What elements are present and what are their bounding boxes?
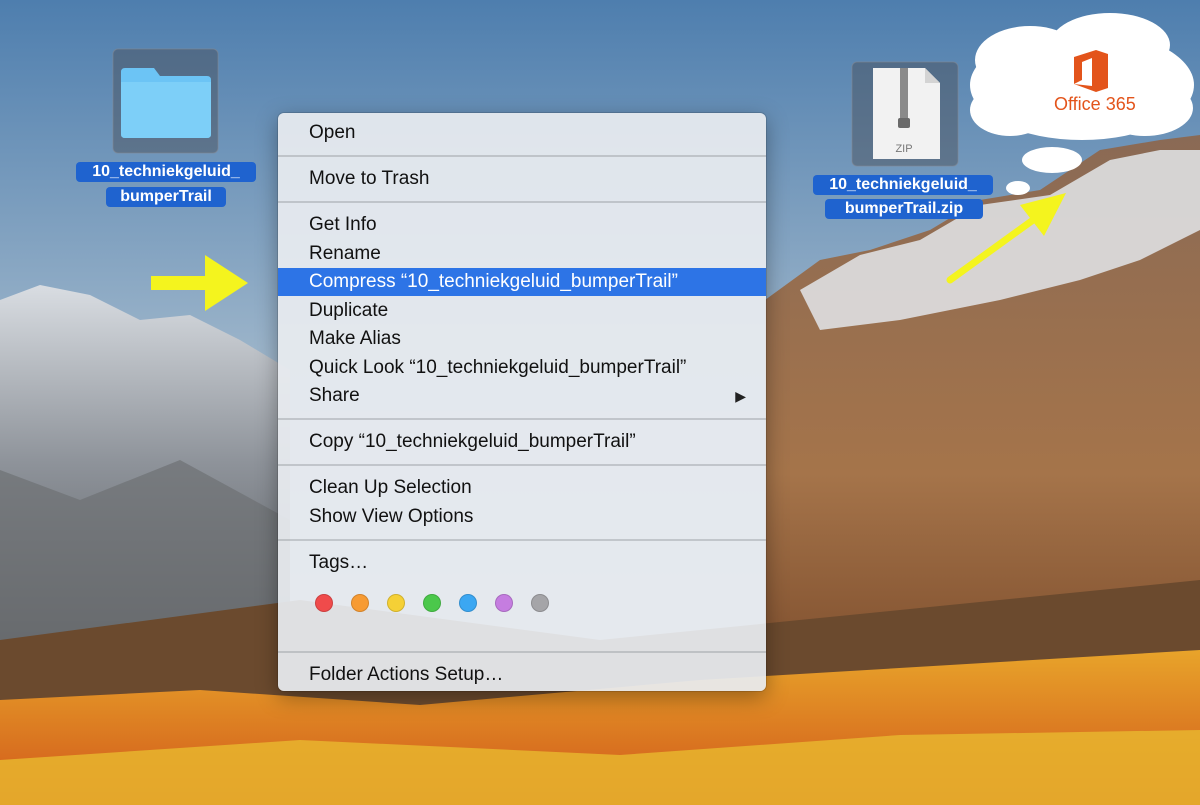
menu-separator [278, 201, 766, 203]
menu-item-show-view-options[interactable]: Show View Options [278, 503, 766, 531]
tag-blue[interactable] [459, 594, 477, 612]
folder-label-line2-box[interactable]: bumperTrail [106, 187, 226, 207]
context-menu: Open Move to Trash Get Info Rename Compr… [278, 113, 766, 691]
menu-item-label: Folder Actions Setup… [309, 664, 504, 685]
desktop: ZIP Office 365 10_techniekgeluid_ bumper… [0, 0, 1200, 805]
folder-label-line1: 10_techniekgeluid_ [92, 163, 240, 180]
menu-item-label: Rename [309, 243, 381, 264]
menu-item-rename[interactable]: Rename [278, 240, 766, 268]
tag-orange[interactable] [351, 594, 369, 612]
menu-item-label: Share [309, 385, 360, 406]
menu-item-make-alias[interactable]: Make Alias [278, 325, 766, 353]
menu-separator [278, 539, 766, 541]
folder-label[interactable]: 10_techniekgeluid_ [76, 162, 256, 182]
menu-item-copy[interactable]: Copy “10_techniekgeluid_bumperTrail” [278, 428, 766, 456]
menu-separator [278, 155, 766, 157]
menu-item-open[interactable]: Open [278, 119, 766, 147]
zip-label-line2-box[interactable]: bumperTrail.zip [825, 199, 983, 219]
submenu-arrow-icon: ▶ [735, 388, 746, 404]
tag-red[interactable] [315, 594, 333, 612]
menu-item-tags[interactable]: Tags… [278, 549, 766, 577]
menu-separator [278, 418, 766, 420]
menu-item-label: Show View Options [309, 506, 474, 527]
menu-item-label: Make Alias [309, 328, 401, 349]
zip-label[interactable]: 10_techniekgeluid_ [813, 175, 993, 195]
zip-label-line1: 10_techniekgeluid_ [829, 176, 977, 193]
menu-item-label: Compress “10_techniekgeluid_bumperTrail” [309, 271, 678, 292]
menu-item-label: Get Info [309, 214, 377, 235]
menu-item-get-info[interactable]: Get Info [278, 211, 766, 239]
menu-item-label: Duplicate [309, 300, 389, 321]
menu-item-label: Copy “10_techniekgeluid_bumperTrail” [309, 431, 636, 452]
menu-separator [278, 651, 766, 653]
menu-item-label: Tags… [309, 552, 369, 573]
zip-label-line2: bumperTrail.zip [844, 200, 964, 217]
office-logo-text: Office 365 [1054, 94, 1136, 114]
folder-label-line2: bumperTrail [120, 188, 212, 205]
menu-item-label: Open [309, 122, 356, 143]
zip-badge: ZIP [895, 143, 912, 155]
tag-purple[interactable] [495, 594, 513, 612]
menu-item-folder-actions-setup[interactable]: Folder Actions Setup… [278, 661, 766, 689]
menu-item-label: Clean Up Selection [309, 477, 472, 498]
menu-item-clean-up-selection[interactable]: Clean Up Selection [278, 474, 766, 502]
menu-item-duplicate[interactable]: Duplicate [278, 297, 766, 325]
menu-item-share[interactable]: Share ▶ [278, 382, 766, 410]
menu-item-label: Move to Trash [309, 168, 430, 189]
menu-item-quick-look[interactable]: Quick Look “10_techniekgeluid_bumperTrai… [278, 354, 766, 382]
menu-item-move-to-trash[interactable]: Move to Trash [278, 165, 766, 193]
tag-gray[interactable] [531, 594, 549, 612]
menu-item-label: Quick Look “10_techniekgeluid_bumperTrai… [309, 357, 687, 378]
menu-separator [278, 464, 766, 466]
tag-green[interactable] [423, 594, 441, 612]
menu-item-compress[interactable]: Compress “10_techniekgeluid_bumperTrail” [278, 268, 766, 296]
folder-icon[interactable] [112, 48, 219, 154]
tag-yellow[interactable] [387, 594, 405, 612]
